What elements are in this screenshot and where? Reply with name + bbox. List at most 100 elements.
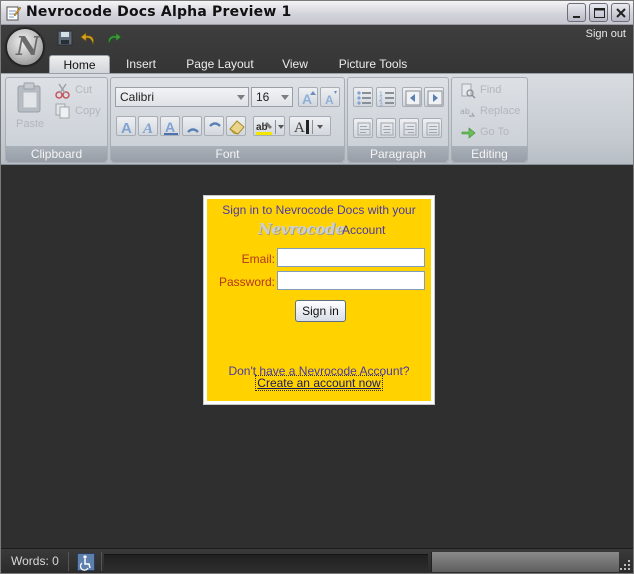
bold-button[interactable]: A bbox=[116, 116, 136, 137]
paste-icon[interactable] bbox=[14, 82, 44, 114]
notepad-icon bbox=[6, 6, 21, 21]
highlight-button[interactable]: ab bbox=[253, 116, 285, 136]
minimize-icon bbox=[573, 16, 580, 18]
font-group-label: Font bbox=[111, 146, 344, 162]
subscript-button[interactable] bbox=[182, 116, 202, 136]
tab-insert[interactable]: Insert bbox=[118, 55, 164, 74]
increase-indent-button[interactable] bbox=[424, 87, 444, 107]
align-right-button[interactable] bbox=[399, 118, 419, 138]
status-bar: Words: 0 bbox=[1, 548, 633, 573]
bold-icon: A bbox=[121, 120, 132, 137]
paragraph-group-label: Paragraph bbox=[348, 146, 448, 162]
sign-out-link[interactable]: Sign out bbox=[586, 28, 626, 40]
status-divider bbox=[68, 552, 69, 571]
status-divider bbox=[101, 552, 102, 571]
indent-icon bbox=[427, 90, 443, 106]
password-label: Password: bbox=[218, 275, 275, 289]
superscript-icon bbox=[209, 122, 221, 127]
email-field[interactable] bbox=[277, 248, 425, 267]
svg-text:A: A bbox=[294, 120, 305, 136]
italic-button[interactable]: A bbox=[138, 116, 158, 137]
svg-text:A: A bbox=[165, 119, 175, 135]
svg-text:ab: ab bbox=[460, 107, 470, 116]
paragraph-group: 123 Paragraph bbox=[347, 77, 449, 163]
copy-label[interactable]: Copy bbox=[75, 105, 101, 117]
align-center-button[interactable] bbox=[376, 118, 396, 138]
status-zoom-area bbox=[431, 552, 619, 572]
clipboard-group: Paste Cut Copy Clipboard bbox=[5, 77, 108, 163]
numbered-list-icon: 123 bbox=[379, 91, 394, 108]
editing-group-label: Editing bbox=[452, 146, 527, 162]
paste-label[interactable]: Paste bbox=[16, 118, 44, 130]
tab-home[interactable]: Home bbox=[49, 55, 110, 74]
bullets-button[interactable] bbox=[353, 87, 373, 107]
title-bar: Nevrocode Docs Alpha Preview 1 bbox=[1, 1, 633, 25]
ribbon: Paste Cut Copy Clipboard Calibri 16 A A … bbox=[1, 73, 633, 165]
cut-icon[interactable] bbox=[55, 83, 71, 99]
clipboard-group-label: Clipboard bbox=[6, 146, 107, 162]
chevron-down-icon bbox=[237, 95, 245, 100]
outdent-icon bbox=[405, 90, 421, 106]
eraser-icon bbox=[229, 120, 245, 135]
font-color-button[interactable]: A bbox=[289, 116, 331, 136]
shrink-font-button[interactable]: A bbox=[320, 87, 340, 107]
subscript-icon bbox=[187, 128, 199, 133]
close-button[interactable] bbox=[611, 3, 630, 22]
minimize-button[interactable] bbox=[567, 3, 586, 22]
find-icon[interactable] bbox=[460, 83, 476, 99]
shrink-font-icon: A bbox=[325, 91, 337, 107]
cut-label[interactable]: Cut bbox=[75, 84, 92, 96]
align-justify-icon bbox=[426, 122, 440, 136]
tab-view[interactable]: View bbox=[276, 55, 314, 74]
align-left-button[interactable] bbox=[353, 118, 373, 138]
svg-text:A: A bbox=[325, 93, 334, 107]
font-name-dropdown[interactable]: Calibri bbox=[115, 87, 249, 107]
maximize-button[interactable] bbox=[589, 3, 608, 22]
sign-in-heading: Sign in to Nevrocode Docs with your bbox=[222, 203, 416, 217]
save-icon[interactable] bbox=[56, 29, 74, 47]
replace-icon[interactable]: ab bbox=[460, 104, 476, 120]
orb-letter: N bbox=[16, 32, 40, 62]
create-account-link[interactable]: Create an account now bbox=[255, 375, 383, 391]
resize-grip-icon[interactable] bbox=[619, 559, 631, 571]
underline-icon: A bbox=[164, 119, 178, 135]
find-label[interactable]: Find bbox=[480, 84, 501, 96]
word-count: Words: 0 bbox=[11, 554, 59, 568]
font-size-dropdown[interactable]: 16 bbox=[251, 87, 293, 107]
nevrocode-logo: Nevrocode bbox=[258, 220, 345, 238]
font-color-icon: A bbox=[294, 120, 323, 136]
create-account-row: Create an account now bbox=[207, 375, 431, 391]
app-window: Nevrocode Docs Alpha Preview 1 N Sign ou… bbox=[0, 0, 634, 574]
font-group: Calibri 16 A A A A A ab A Font bbox=[110, 77, 345, 163]
goto-icon[interactable] bbox=[460, 124, 476, 140]
svg-text:3: 3 bbox=[379, 101, 383, 108]
account-word: Account bbox=[342, 223, 386, 237]
highlight-icon: ab bbox=[256, 120, 284, 135]
grow-font-button[interactable]: A bbox=[298, 87, 318, 107]
bullet-list-icon bbox=[357, 91, 371, 105]
justify-button[interactable] bbox=[422, 118, 442, 138]
replace-label[interactable]: Replace bbox=[480, 105, 520, 117]
underline-button[interactable]: A bbox=[160, 116, 180, 136]
font-name-value: Calibri bbox=[120, 90, 155, 104]
copy-icon[interactable] bbox=[55, 103, 71, 119]
app-menu-button[interactable]: N bbox=[6, 28, 44, 66]
svg-text:A: A bbox=[302, 91, 312, 107]
accessibility-icon[interactable] bbox=[77, 553, 95, 571]
sign-in-button[interactable]: Sign in bbox=[295, 300, 346, 322]
password-field[interactable] bbox=[277, 271, 425, 290]
font-size-value: 16 bbox=[256, 90, 270, 104]
decrease-indent-button[interactable] bbox=[402, 87, 422, 107]
undo-icon[interactable] bbox=[80, 29, 98, 47]
email-label: Email: bbox=[241, 252, 275, 266]
superscript-button[interactable] bbox=[204, 116, 224, 136]
grow-font-icon: A bbox=[302, 91, 316, 107]
tab-page-layout[interactable]: Page Layout bbox=[181, 55, 259, 74]
numbering-button[interactable]: 123 bbox=[376, 87, 396, 108]
clear-format-button[interactable] bbox=[226, 116, 246, 136]
tab-picture-tools[interactable]: Picture Tools bbox=[332, 55, 414, 74]
redo-icon[interactable] bbox=[104, 29, 122, 47]
sign-in-panel: Sign in to Nevrocode Docs with your Nevr… bbox=[203, 195, 435, 405]
chevron-down-icon bbox=[281, 95, 289, 100]
goto-label[interactable]: Go To bbox=[480, 126, 509, 138]
